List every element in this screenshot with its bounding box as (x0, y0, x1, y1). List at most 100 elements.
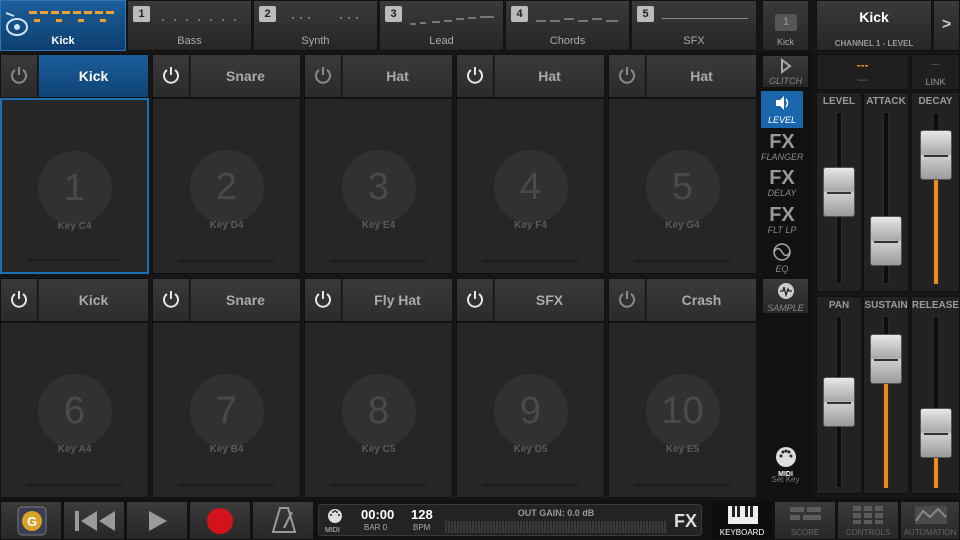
link-top: --- (931, 59, 940, 69)
channel-tab-synth[interactable]: 2 Synth (253, 0, 378, 51)
pad-header-4: Hat (456, 54, 605, 98)
fx-eq-button[interactable]: EQ (761, 242, 803, 276)
fx-glitch-button[interactable]: GLITCH (762, 55, 809, 88)
drum-pad-9[interactable]: 9 Key D5 (456, 322, 605, 498)
automation-tab[interactable]: AUTOMATION (900, 501, 960, 540)
pad-velocity-bar (331, 260, 426, 263)
svg-text:G: G (27, 514, 37, 529)
current-channel-button[interactable]: 1 Kick (762, 0, 809, 51)
pad-number: 2 (189, 150, 264, 224)
pad-label[interactable]: Snare (191, 279, 300, 321)
drum-pad-5[interactable]: 5 Key G4 (608, 98, 757, 274)
pad-header-8: Fly Hat (304, 278, 453, 322)
drum-pad-2[interactable]: 2 Key D4 (152, 98, 301, 274)
slider-handle-sustain[interactable] (870, 334, 902, 385)
pad-label[interactable]: Hat (495, 55, 604, 97)
fx-flanger-button[interactable]: FX FLANGER (761, 131, 804, 166)
pad-power-button[interactable] (305, 55, 342, 97)
pad-label[interactable]: Hat (343, 55, 452, 97)
slider-label: RELEASE (911, 300, 960, 311)
pad-key: Key D5 (513, 444, 548, 455)
channel-tab-label: Lead (429, 35, 454, 47)
channel-number: 1 (775, 14, 797, 31)
speaker-icon (776, 96, 789, 110)
pad-velocity-bar (635, 260, 730, 263)
pad-label[interactable]: Hat (647, 55, 756, 97)
channel-tab-lead[interactable]: 3 Lead (379, 0, 504, 51)
pad-power-button[interactable] (1, 279, 38, 321)
pad-label[interactable]: SFX (495, 279, 604, 321)
app-logo-icon: G (17, 506, 47, 536)
pad-label[interactable]: Kick (39, 279, 148, 321)
slider-handle-attack[interactable] (870, 215, 902, 266)
channel-tab-chords[interactable]: 4 Chords (505, 0, 630, 51)
pad-power-button[interactable] (609, 279, 646, 321)
pad-power-button[interactable] (153, 279, 190, 321)
fx-sample-button[interactable]: SAMPLE (762, 278, 809, 314)
pad-header-10: Crash (608, 278, 757, 322)
tab-label: KEYBOARD (719, 528, 765, 537)
fx-label: DELAY (767, 188, 797, 198)
fx-button[interactable]: FX (674, 511, 697, 532)
pad-power-button[interactable] (305, 279, 342, 321)
midi-label: MIDI (778, 471, 793, 478)
synth-sequence-preview (282, 9, 369, 27)
pad-label[interactable]: Fly Hat (343, 279, 452, 321)
controls-tab[interactable]: CONTROLS (837, 501, 899, 540)
pad-power-button[interactable] (457, 279, 494, 321)
next-channel-button[interactable]: > (933, 0, 960, 51)
play-icon (149, 511, 167, 531)
app-logo-button[interactable]: G (0, 501, 62, 540)
pad-label[interactable]: Snare (191, 55, 300, 97)
drum-pad-7[interactable]: 7 Key B4 (152, 322, 301, 498)
fx-delay-button[interactable]: FX DELAY (761, 168, 803, 202)
pad-power-button[interactable] (457, 55, 494, 97)
fx-icon: FX (769, 131, 795, 153)
score-tab[interactable]: SCORE (774, 501, 836, 540)
drum-pad-6[interactable]: 6 Key A4 (0, 322, 149, 498)
pad-power-button[interactable] (153, 55, 190, 97)
score-icon (790, 507, 821, 520)
slider-handle-decay[interactable] (920, 130, 952, 181)
kick-sequence-preview (29, 9, 117, 27)
slider-handle-level[interactable] (823, 166, 855, 217)
channel-tab-sfx[interactable]: 5 SFX (631, 0, 757, 51)
rewind-button[interactable] (63, 501, 125, 540)
channel-tab-bass[interactable]: 1 Bass (127, 0, 252, 51)
power-icon (163, 291, 179, 308)
channel-title: Kick (859, 9, 889, 25)
pad-key: Key D4 (209, 220, 244, 231)
tab-label: AUTOMATION (903, 528, 957, 537)
pad-label[interactable]: Crash (647, 279, 756, 321)
slider-handle-pan[interactable] (823, 377, 855, 427)
tab-label: CONTROLS (845, 528, 891, 537)
drum-pad-1[interactable]: 1 Key C4 (0, 98, 149, 274)
fx-level-button[interactable]: LEVEL (761, 91, 803, 128)
pad-number: 10 (645, 374, 720, 448)
drum-pad-8[interactable]: 8 Key C5 (304, 322, 453, 498)
fx-label: FLANGER (761, 152, 804, 162)
record-button[interactable] (189, 501, 251, 540)
keyboard-tab[interactable]: KEYBOARD (711, 501, 773, 540)
metronome-button[interactable] (252, 501, 314, 540)
drum-pad-10[interactable]: 10 Key E5 (608, 322, 757, 498)
channel-tab-kick[interactable]: Kick (0, 0, 126, 51)
play-button[interactable] (126, 501, 188, 540)
bpm-readout[interactable]: 128 (411, 507, 433, 522)
tab-label: SCORE (790, 528, 820, 537)
drum-pad-4[interactable]: 4 Key F4 (456, 98, 605, 274)
pad-power-button[interactable] (1, 55, 38, 97)
readout-sub: --- (857, 75, 868, 86)
midi-set-key-button[interactable]: Set Key MIDI (762, 446, 809, 490)
parameter-readout: --- --- (816, 54, 909, 90)
bass-sequence-preview (156, 9, 243, 27)
metronome-icon (271, 507, 297, 533)
link-button[interactable]: --- LINK (911, 54, 960, 90)
pad-power-button[interactable] (609, 55, 646, 97)
drum-pad-3[interactable]: 3 Key E4 (304, 98, 453, 274)
slider-handle-release[interactable] (920, 407, 952, 458)
fx-flt-lp-button[interactable]: FX FLT LP (761, 205, 803, 239)
pad-label[interactable]: Kick (39, 55, 148, 97)
midi-connector-icon (328, 509, 342, 523)
fx-label: LEVEL (767, 115, 797, 125)
